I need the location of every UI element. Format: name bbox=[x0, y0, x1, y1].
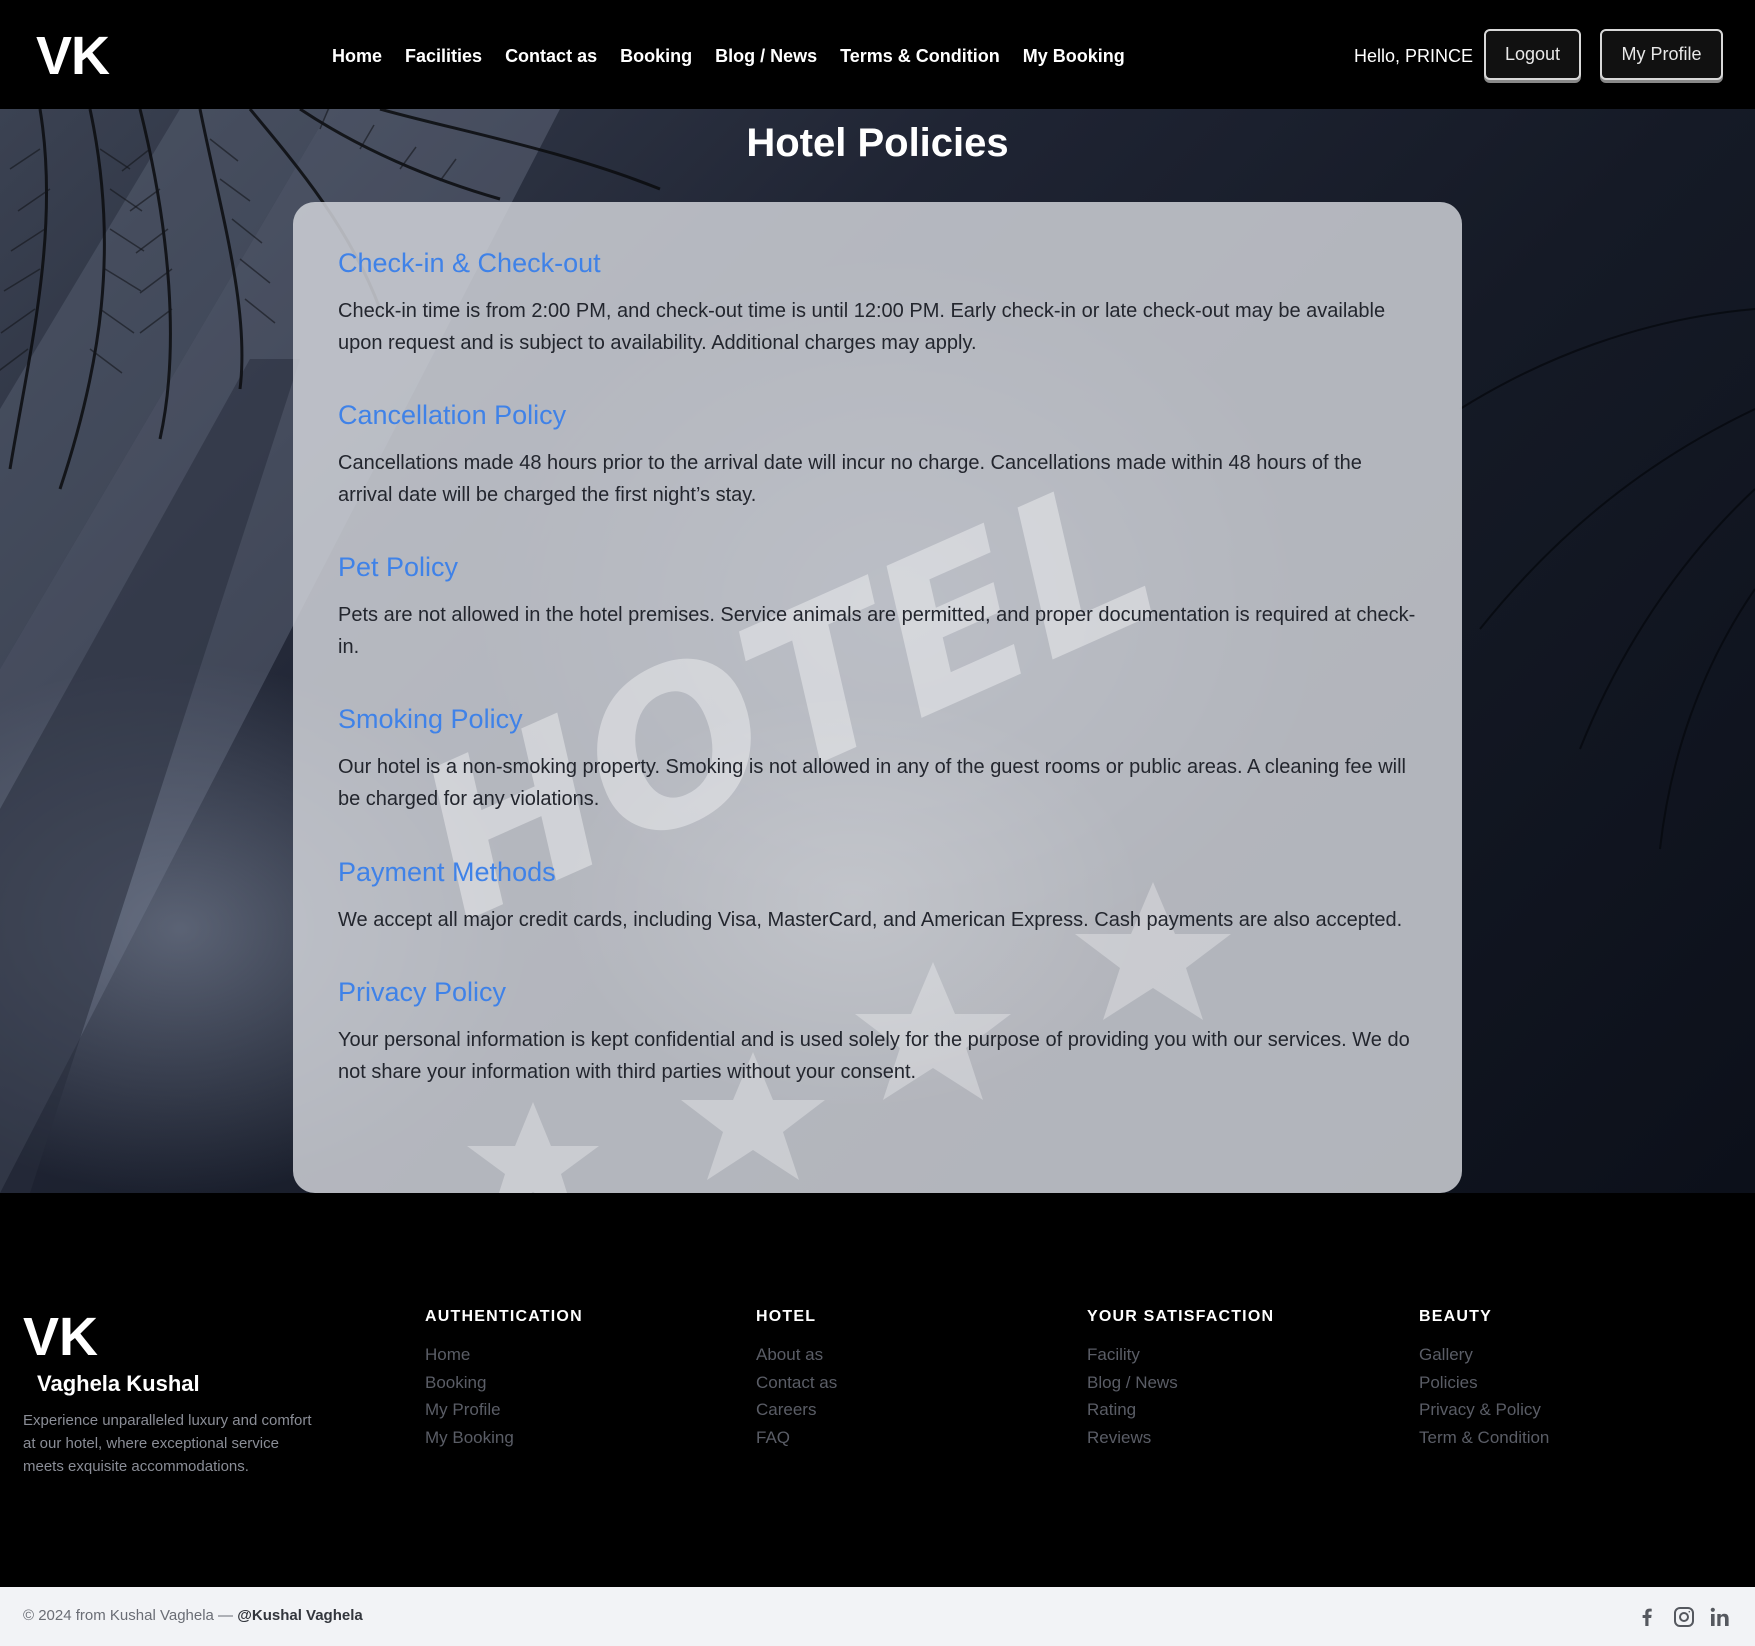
footer-link-about[interactable]: About as bbox=[756, 1341, 837, 1369]
footer-link-blog-news[interactable]: Blog / News bbox=[1087, 1369, 1274, 1397]
user-greeting: Hello, PRINCE bbox=[1354, 46, 1474, 66]
copyright-bar: © 2024 from Kushal Vaghela — @Kushal Vag… bbox=[0, 1587, 1755, 1646]
footer-column-beauty: BEAUTY Gallery Policies Privacy & Policy… bbox=[1419, 1305, 1549, 1451]
policy-text: Your personal information is kept confid… bbox=[338, 1029, 1410, 1083]
policy-text: Cancellations made 48 hours prior to the… bbox=[338, 452, 1362, 506]
page-title: Hotel Policies bbox=[746, 121, 1009, 165]
my-profile-button[interactable]: My Profile bbox=[1600, 29, 1723, 80]
policy-text: Our hotel is a non-smoking property. Smo… bbox=[338, 756, 1406, 810]
footer-link-home[interactable]: Home bbox=[425, 1341, 583, 1369]
footer: VK Vaghela Kushal Experience unparallele… bbox=[0, 1193, 1755, 1587]
main-nav: Home Facilities Contact as Booking Blog … bbox=[332, 42, 1148, 70]
policy-heading: Cancellation Policy bbox=[338, 400, 567, 430]
policy-pet: Pet Policy Pets are not allowed in the h… bbox=[338, 548, 1416, 663]
footer-link-rating[interactable]: Rating bbox=[1087, 1396, 1274, 1424]
policy-payment-methods: Payment Methods We accept all major cred… bbox=[338, 853, 1416, 936]
policy-text: Check-in time is from 2:00 PM, and check… bbox=[338, 300, 1386, 354]
policy-smoking: Smoking Policy Our hotel is a non-smokin… bbox=[338, 700, 1416, 815]
footer-link-facility[interactable]: Facility bbox=[1087, 1341, 1274, 1369]
nav-link-contact[interactable]: Contact as bbox=[505, 42, 597, 70]
policies-card: HOTEL Check-in & Check-out Check-in time… bbox=[293, 202, 1462, 1193]
linkedin-icon[interactable] bbox=[1708, 1605, 1732, 1629]
footer-link-gallery[interactable]: Gallery bbox=[1419, 1341, 1549, 1369]
footer-column-title: YOUR SATISFACTION bbox=[1087, 1308, 1275, 1325]
policy-heading: Pet Policy bbox=[338, 552, 459, 582]
policy-privacy: Privacy Policy Your personal information… bbox=[338, 973, 1416, 1088]
nav-link-my-booking[interactable]: My Booking bbox=[1023, 42, 1125, 70]
nav-link-blog-news[interactable]: Blog / News bbox=[715, 42, 817, 70]
footer-link-privacy-policy[interactable]: Privacy & Policy bbox=[1419, 1396, 1549, 1424]
policy-text: We accept all major credit cards, includ… bbox=[338, 909, 1403, 931]
nav-link-terms[interactable]: Terms & Condition bbox=[840, 42, 1000, 70]
footer-column-title: HOTEL bbox=[756, 1308, 817, 1325]
footer-column-your-satisfaction: YOUR SATISFACTION Facility Blog / News R… bbox=[1087, 1305, 1274, 1451]
footer-link-term-condition[interactable]: Term & Condition bbox=[1419, 1424, 1549, 1452]
logout-button[interactable]: Logout bbox=[1484, 29, 1581, 80]
policy-text: Pets are not allowed in the hotel premis… bbox=[338, 604, 1416, 658]
nav-link-home[interactable]: Home bbox=[332, 42, 382, 70]
footer-link-faq[interactable]: FAQ bbox=[756, 1424, 837, 1452]
policy-heading: Payment Methods bbox=[338, 857, 556, 887]
hero-section: Hotel Policies HOTEL Check-in & Check-ou… bbox=[0, 109, 1755, 1193]
footer-description: Experience unparalleled luxury and comfo… bbox=[23, 1412, 312, 1475]
policy-heading: Privacy Policy bbox=[338, 977, 507, 1007]
footer-column-title: BEAUTY bbox=[1419, 1308, 1492, 1325]
footer-brand-logo[interactable]: VK bbox=[23, 1308, 98, 1366]
footer-column-title: AUTHENTICATION bbox=[425, 1308, 583, 1325]
brand-logo[interactable]: VK bbox=[36, 24, 110, 88]
footer-owner-name: Vaghela Kushal bbox=[37, 1371, 200, 1396]
footer-link-contact[interactable]: Contact as bbox=[756, 1369, 837, 1397]
nav-link-facilities[interactable]: Facilities bbox=[405, 42, 482, 70]
footer-link-policies[interactable]: Policies bbox=[1419, 1369, 1549, 1397]
instagram-icon[interactable] bbox=[1672, 1605, 1696, 1629]
facebook-icon[interactable] bbox=[1635, 1605, 1659, 1629]
footer-link-booking[interactable]: Booking bbox=[425, 1369, 583, 1397]
footer-column-authentication: AUTHENTICATION Home Booking My Profile M… bbox=[425, 1305, 583, 1451]
policy-heading: Smoking Policy bbox=[338, 704, 523, 734]
policy-check-in-check-out: Check-in & Check-out Check-in time is fr… bbox=[338, 244, 1416, 359]
footer-link-my-booking[interactable]: My Booking bbox=[425, 1424, 583, 1452]
policy-heading: Check-in & Check-out bbox=[338, 248, 601, 278]
footer-column-hotel: HOTEL About as Contact as Careers FAQ bbox=[756, 1305, 837, 1451]
nav-link-booking[interactable]: Booking bbox=[620, 42, 692, 70]
footer-link-careers[interactable]: Careers bbox=[756, 1396, 837, 1424]
policy-cancellation: Cancellation Policy Cancellations made 4… bbox=[338, 396, 1416, 511]
footer-link-reviews[interactable]: Reviews bbox=[1087, 1424, 1274, 1452]
copyright-handle-link[interactable]: @Kushal Vaghela bbox=[237, 1607, 363, 1624]
footer-link-my-profile[interactable]: My Profile bbox=[425, 1396, 583, 1424]
navbar: VK Home Facilities Contact as Booking Bl… bbox=[0, 0, 1755, 109]
copyright-prefix: © 2024 from Kushal Vaghela — bbox=[23, 1607, 238, 1624]
copyright-text: © 2024 from Kushal Vaghela — @Kushal Vag… bbox=[23, 1605, 363, 1627]
